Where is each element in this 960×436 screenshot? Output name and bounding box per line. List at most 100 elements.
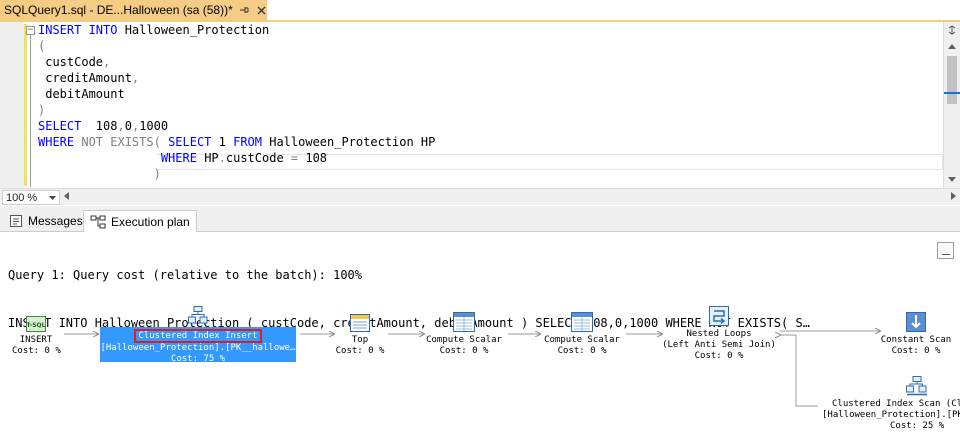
code-token: , <box>117 119 125 133</box>
code-line[interactable]: WHERE NOT EXISTS( SELECT 1 FROM Hallowee… <box>38 134 435 150</box>
document-tab-bar: SQLQuery1.sql - DE...Halloween (sa (58))… <box>0 0 960 22</box>
node-name: Nested Loops <box>686 329 752 339</box>
scroll-thumb[interactable] <box>947 56 957 104</box>
code-token: WHERE <box>38 135 82 149</box>
change-tracking-bar <box>24 24 27 186</box>
editor-vertical-scrollbar[interactable] <box>943 22 960 188</box>
constant-scan-icon <box>906 312 926 332</box>
svg-text:T-SQL: T-SQL <box>27 322 46 329</box>
editor-horizontal-scrollbar[interactable] <box>62 190 956 205</box>
code-token: FROM <box>233 135 270 149</box>
clustered-index-insert-icon <box>188 306 208 324</box>
plan-node-compute-scalar[interactable]: Compute Scalar Cost: 0 % <box>542 312 622 357</box>
tsql-icon: T-SQL <box>26 316 46 332</box>
code-token: SELECT <box>168 135 219 149</box>
scroll-right-icon[interactable] <box>951 192 956 200</box>
sql-code[interactable]: INSERT INTO Halloween_Protection( custCo… <box>38 22 435 182</box>
code-token: = <box>290 151 306 165</box>
zoom-bar: 100 % <box>0 188 960 205</box>
outline-line <box>30 35 31 187</box>
node-name: Compute Scalar <box>426 335 502 345</box>
code-token: ) <box>38 103 46 117</box>
tab-messages-label: Messages <box>28 214 83 228</box>
code-token: NOT EXISTS( <box>81 135 169 149</box>
execution-plan-pane: Query 1: Query cost (relative to the bat… <box>0 232 960 436</box>
pin-icon[interactable] <box>239 3 250 17</box>
document-tab-title: SQLQuery1.sql - DE...Halloween (sa (58))… <box>4 3 233 17</box>
node-cost: Cost: 0 % <box>694 351 744 361</box>
node-object: [Halloween_Protection].[PK <box>822 410 960 420</box>
zoom-dropdown[interactable]: 100 % <box>2 190 60 205</box>
node-object: [Halloween_Protection].[PK__hallowe… <box>100 343 296 353</box>
node-cost: Cost: 0 % <box>439 346 489 356</box>
code-token: 0 <box>124 119 132 133</box>
code-token: debitAmount <box>38 87 125 101</box>
scroll-up-icon[interactable] <box>944 39 960 53</box>
code-token: Halloween_Protection HP <box>269 135 436 149</box>
node-name: Clustered Index Insert <box>134 329 262 343</box>
code-token: HP <box>204 151 219 165</box>
code-token: Halloween_Protection <box>124 23 270 37</box>
compute-scalar-icon <box>571 312 593 332</box>
close-icon[interactable] <box>256 3 267 17</box>
document-tab[interactable]: SQLQuery1.sql - DE...Halloween (sa (58))… <box>0 0 267 20</box>
node-name: INSERT <box>19 335 53 345</box>
results-tab-strip: Messages Execution plan <box>0 206 960 233</box>
nested-loops-icon <box>709 306 729 326</box>
node-name: Constant Scan <box>880 335 952 345</box>
node-cost: Cost: 25 % <box>890 421 945 431</box>
node-name: Top <box>351 335 369 345</box>
code-token: 1000 <box>139 119 169 133</box>
code-line[interactable]: ) <box>38 166 435 182</box>
plan-node-clustered-index-scan[interactable]: Clustered Index Scan (Cl [Halloween_Prot… <box>822 376 960 432</box>
code-line[interactable]: ( <box>38 38 435 54</box>
tab-execution-plan-label: Execution plan <box>111 214 190 229</box>
plan-node-clustered-index-insert[interactable]: Clustered Index Insert [Halloween_Protec… <box>100 327 296 364</box>
node-cost: Cost: 0 % <box>557 346 607 356</box>
plan-node-clustered-index-insert-icon-wrap <box>100 306 296 327</box>
code-token: custCode <box>225 151 291 165</box>
scroll-down-icon[interactable] <box>944 172 960 186</box>
messages-icon <box>10 215 22 227</box>
code-editor[interactable]: − INSERT INTO Halloween_Protection( cust… <box>0 22 960 188</box>
connector-arrow <box>780 335 818 407</box>
code-line[interactable]: debitAmount <box>38 86 435 102</box>
code-token: ( <box>38 39 46 53</box>
zoom-value: 100 % <box>6 191 38 204</box>
code-line[interactable]: creditAmount, <box>38 70 435 86</box>
node-name: Compute Scalar <box>544 335 620 345</box>
code-line[interactable]: custCode, <box>38 54 435 70</box>
code-token: 108 <box>305 151 328 165</box>
split-window-icon[interactable] <box>944 22 960 38</box>
code-token: , <box>131 71 140 85</box>
plan-node-insert[interactable]: T-SQL INSERT Cost: 0 % <box>12 316 61 357</box>
node-detail: (Left Anti Semi Join) <box>662 340 776 350</box>
node-name: Clustered Index Scan (Cl <box>832 399 960 409</box>
clustered-index-scan-icon <box>906 376 927 396</box>
plan-node-top[interactable]: Top Cost: 0 % <box>330 314 390 357</box>
execution-plan-icon <box>90 215 106 228</box>
plan-node-constant-scan[interactable]: Constant Scan Cost: 0 % <box>874 312 958 357</box>
code-line[interactable]: INSERT INTO Halloween_Protection <box>38 22 435 38</box>
plan-node-nested-loops[interactable]: Nested Loops (Left Anti Semi Join) Cost:… <box>660 306 778 362</box>
code-line[interactable]: WHERE HP.custCode = 108 <box>38 150 435 166</box>
code-token: custCode <box>38 55 104 69</box>
chevron-down-icon <box>49 195 56 200</box>
code-token: . <box>218 151 226 165</box>
node-cost: Cost: 75 % <box>170 354 226 364</box>
code-token: ) <box>38 167 161 181</box>
code-token: WHERE <box>160 151 205 165</box>
node-cost: Cost: 0 % <box>12 346 61 356</box>
node-cost: Cost: 0 % <box>335 346 385 356</box>
code-line[interactable]: SELECT 108,0,1000 <box>38 118 435 134</box>
tab-execution-plan[interactable]: Execution plan <box>83 210 197 233</box>
code-token: INSERT INTO <box>38 23 125 37</box>
tab-messages[interactable]: Messages <box>3 210 89 232</box>
scroll-left-icon[interactable] <box>64 192 69 200</box>
collapse-icon[interactable]: − <box>26 26 35 35</box>
code-line[interactable]: ) <box>38 102 435 118</box>
plan-node-compute-scalar[interactable]: Compute Scalar Cost: 0 % <box>424 312 504 357</box>
node-cost: Cost: 0 % <box>891 346 941 356</box>
code-token: creditAmount <box>38 71 132 85</box>
